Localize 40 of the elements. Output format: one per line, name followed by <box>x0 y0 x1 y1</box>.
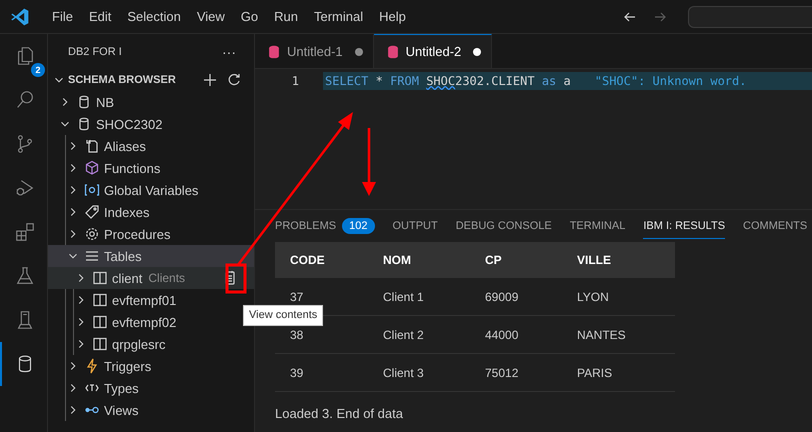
table-cell-text: LYON <box>576 290 610 304</box>
column-header: NOM <box>382 253 412 267</box>
table-cell-text: 69009 <box>484 290 520 304</box>
count-badge: 102 <box>342 218 374 234</box>
item-label: Tables <box>104 248 142 264</box>
table-cell-text: Client 3 <box>382 366 425 380</box>
table-cell-text: 75012 <box>484 366 520 380</box>
table-cell-text: NANTES <box>576 328 627 342</box>
item-label: Functions <box>104 160 160 176</box>
column-header: CP <box>484 253 503 267</box>
sidebar-title: DB2 FOR I <box>68 46 122 58</box>
item-label: qrpglesrc <box>112 336 166 352</box>
item-label: Indexes <box>104 204 150 220</box>
status-text: Loaded 3. End of data <box>275 406 404 421</box>
table-cell-text: 44000 <box>484 328 520 342</box>
item-description: Clients <box>148 271 186 285</box>
table-cell-text: 37 <box>289 290 304 304</box>
table-cell-text: 39 <box>289 366 304 380</box>
item-label: Procedures <box>104 226 170 242</box>
table-cell-text: PARIS <box>576 366 614 380</box>
item-label: NB <box>96 94 114 110</box>
item-label: Global Variables <box>104 182 198 198</box>
table-cell-text: 38 <box>289 328 304 342</box>
column-header: VILLE <box>576 253 612 267</box>
inline-diagnostic: "SHOC": Unknown word. <box>594 74 746 88</box>
item-label: Aliases <box>104 138 146 154</box>
item-label: Triggers <box>104 358 152 374</box>
item-label: Views <box>104 402 138 418</box>
table-cell-text: Client 1 <box>382 290 425 304</box>
item-label: evftempf02 <box>112 314 176 330</box>
line-number: 1 <box>290 74 300 88</box>
count-badge: 2 <box>31 63 45 77</box>
code-line: SELECT * FROM SHOC2302.CLIENT as a <box>325 74 571 88</box>
item-label: SHOC2302 <box>96 116 162 132</box>
column-header: CODE <box>289 253 326 267</box>
table-cell-text: Client 2 <box>382 328 425 342</box>
tooltip: View contents <box>243 305 324 326</box>
item-label: Types <box>104 380 139 396</box>
item-label: client <box>112 270 142 286</box>
item-label: evftempf01 <box>112 292 176 308</box>
